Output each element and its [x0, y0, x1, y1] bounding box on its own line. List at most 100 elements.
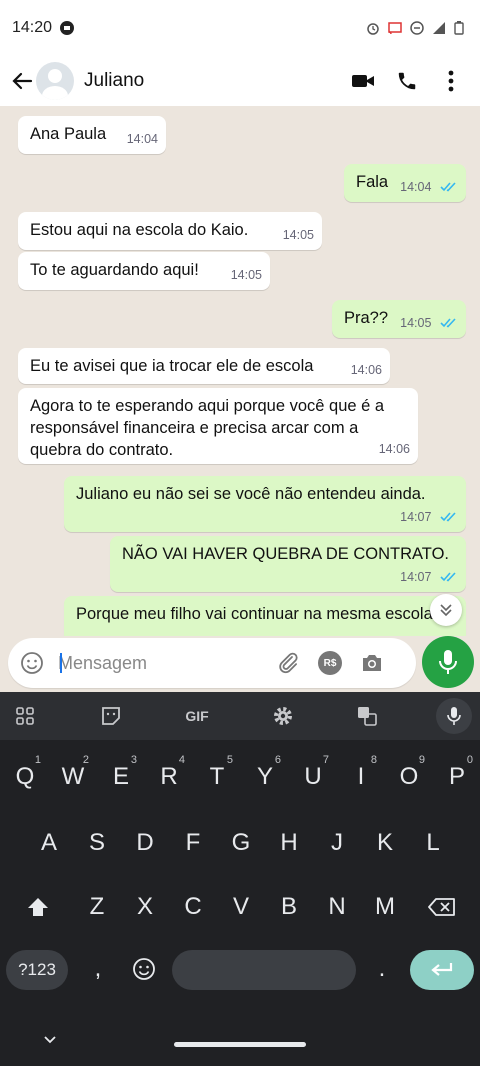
- sticker-icon: [102, 707, 120, 725]
- key-g[interactable]: G: [219, 816, 263, 870]
- key-i[interactable]: I8: [339, 750, 383, 804]
- message-input[interactable]: [58, 652, 270, 674]
- message-bubble-outgoing[interactable]: Pra?? 14:05: [332, 300, 466, 338]
- message-time: 14:04: [126, 132, 158, 146]
- screen-record-icon: [60, 21, 75, 35]
- voice-message-button[interactable]: [422, 636, 474, 688]
- backspace-key[interactable]: [420, 880, 464, 934]
- attach-button[interactable]: [274, 649, 302, 677]
- key-p[interactable]: P0: [435, 750, 479, 804]
- shift-key[interactable]: [16, 880, 60, 934]
- enter-icon: [431, 963, 453, 976]
- space-key[interactable]: [172, 950, 356, 990]
- key-s[interactable]: S: [75, 816, 119, 870]
- key-e[interactable]: E3: [99, 750, 143, 804]
- key-q[interactable]: Q1: [3, 750, 47, 804]
- key-t[interactable]: T5: [195, 750, 239, 804]
- message-time: 14:06: [350, 363, 382, 377]
- chevron-down-icon: [44, 1036, 56, 1044]
- read-receipt-icon: [440, 572, 456, 582]
- back-button[interactable]: [4, 63, 40, 99]
- microphone-icon: [447, 707, 461, 725]
- battery-icon: [454, 21, 468, 35]
- message-list[interactable]: Ana Paula 14:04 Fala 14:04 Estou aqui na…: [0, 106, 480, 636]
- message-bubble-incoming[interactable]: To te aguardando aqui! 14:05: [18, 252, 270, 290]
- more-options-button[interactable]: [438, 68, 464, 94]
- gif-button[interactable]: GIF: [180, 702, 214, 730]
- message-text: Agora to te esperando aqui porque você q…: [30, 397, 385, 459]
- shift-icon: [28, 898, 48, 916]
- key-u[interactable]: U7: [291, 750, 335, 804]
- message-bubble-incoming[interactable]: Eu te avisei que ia trocar ele de escola…: [18, 348, 390, 384]
- video-camera-icon: [352, 75, 374, 87]
- avatar[interactable]: [36, 62, 74, 100]
- message-text: Pra??: [344, 309, 389, 327]
- key-x[interactable]: X: [123, 880, 167, 934]
- payment-button[interactable]: R$: [316, 649, 344, 677]
- message-composer: R$: [8, 638, 416, 688]
- message-text: Ana Paula: [30, 125, 107, 143]
- read-receipt-icon: [440, 512, 456, 522]
- key-h[interactable]: H: [267, 816, 311, 870]
- message-time: 14:06: [378, 442, 410, 456]
- emoji-icon: [133, 958, 155, 980]
- home-gesture-bar[interactable]: [174, 1042, 306, 1047]
- apps-grid-button[interactable]: [10, 702, 40, 730]
- key-v[interactable]: V: [219, 880, 263, 934]
- message-bubble-incoming[interactable]: Agora to te esperando aqui porque você q…: [18, 388, 418, 464]
- voice-typing-button[interactable]: [436, 698, 472, 734]
- signal-icon: [432, 21, 446, 35]
- key-b[interactable]: B: [267, 880, 311, 934]
- phone-icon: [398, 72, 416, 90]
- keyboard: GIF Q1 W2 E3 R4 T5 Y6 U7 I8 O9 P0 A S D …: [0, 692, 480, 1066]
- key-c[interactable]: C: [171, 880, 215, 934]
- camera-icon: [363, 655, 381, 671]
- translate-button[interactable]: [352, 702, 382, 730]
- back-arrow-icon: [12, 72, 33, 90]
- emoji-button[interactable]: [18, 649, 46, 677]
- key-a[interactable]: A: [27, 816, 71, 870]
- scroll-to-bottom-button[interactable]: [430, 594, 462, 626]
- read-receipt-icon: [440, 318, 456, 328]
- key-d[interactable]: D: [123, 816, 167, 870]
- key-r[interactable]: R4: [147, 750, 191, 804]
- message-bubble-outgoing[interactable]: Fala 14:04: [344, 164, 466, 202]
- message-time: 14:07: [400, 570, 432, 584]
- emoji-key[interactable]: [122, 942, 166, 996]
- more-vert-icon: [448, 70, 454, 92]
- key-z[interactable]: Z: [75, 880, 119, 934]
- alarm-icon: [366, 21, 380, 35]
- key-f[interactable]: F: [171, 816, 215, 870]
- message-bubble-outgoing[interactable]: NÃO VAI HAVER QUEBRA DE CONTRATO. 14:07: [110, 536, 466, 592]
- cast-icon: [388, 21, 402, 35]
- contact-name[interactable]: Juliano: [84, 70, 144, 92]
- keyboard-toolbar: GIF: [0, 692, 480, 740]
- sticker-button[interactable]: [96, 702, 126, 730]
- keyboard-settings-button[interactable]: [268, 702, 298, 730]
- key-comma[interactable]: ,: [76, 942, 120, 996]
- text-cursor: [60, 653, 62, 673]
- status-icons: [366, 21, 468, 35]
- message-bubble-incoming[interactable]: Ana Paula 14:04: [18, 116, 166, 154]
- key-period[interactable]: .: [360, 942, 404, 996]
- key-k[interactable]: K: [363, 816, 407, 870]
- video-call-button[interactable]: [350, 68, 376, 94]
- key-l[interactable]: L: [411, 816, 455, 870]
- hide-keyboard-button[interactable]: [40, 1030, 60, 1050]
- enter-key[interactable]: [410, 950, 474, 990]
- key-o[interactable]: O9: [387, 750, 431, 804]
- message-time: 14:05: [400, 316, 432, 330]
- key-w[interactable]: W2: [51, 750, 95, 804]
- message-bubble-outgoing[interactable]: Porque meu filho vai continuar na mesma …: [64, 596, 466, 636]
- message-text: Juliano eu não sei se você não entendeu …: [76, 485, 426, 503]
- message-bubble-outgoing[interactable]: Juliano eu não sei se você não entendeu …: [64, 476, 466, 532]
- camera-button[interactable]: [358, 649, 386, 677]
- key-j[interactable]: J: [315, 816, 359, 870]
- message-text: To te aguardando aqui!: [30, 261, 199, 279]
- message-bubble-incoming[interactable]: Estou aqui na escola do Kaio. 14:05: [18, 212, 322, 250]
- key-y[interactable]: Y6: [243, 750, 287, 804]
- symbols-key[interactable]: ?123: [6, 950, 68, 990]
- key-m[interactable]: M: [363, 880, 407, 934]
- key-n[interactable]: N: [315, 880, 359, 934]
- voice-call-button[interactable]: [394, 68, 420, 94]
